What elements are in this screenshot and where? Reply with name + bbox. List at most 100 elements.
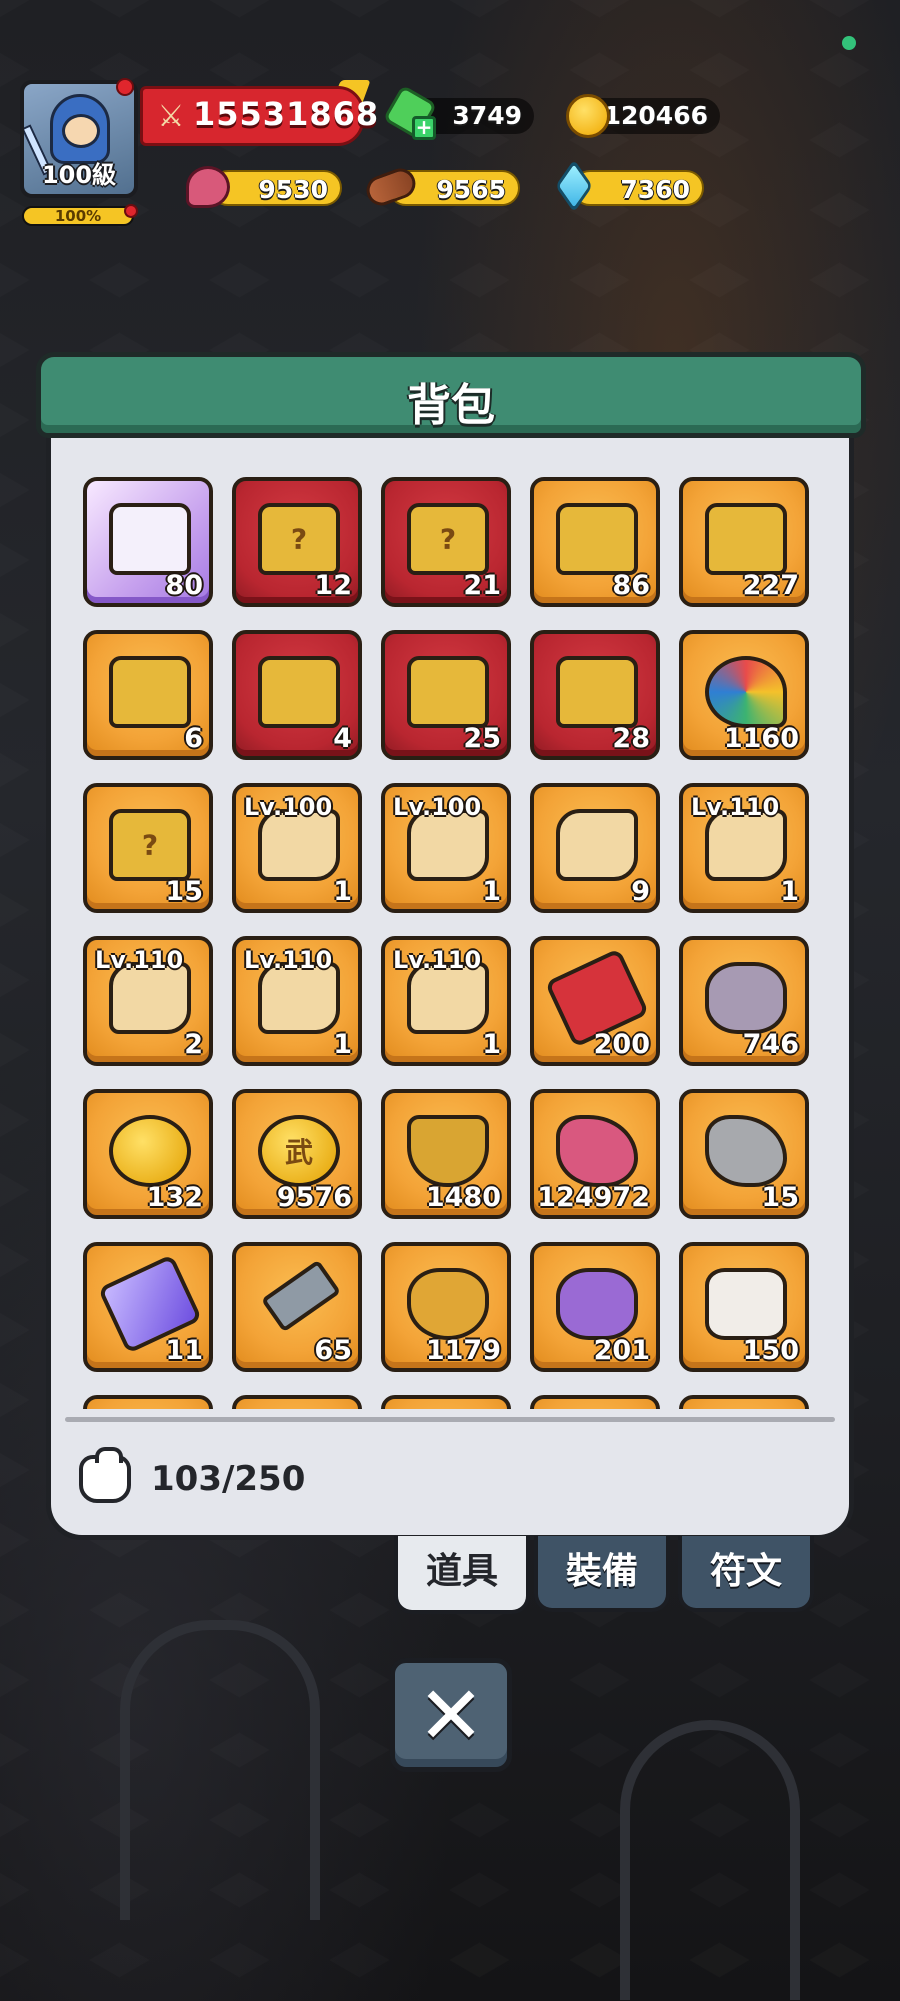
gold-coin-icon — [566, 94, 610, 138]
tab-items[interactable]: 道具 — [394, 1536, 530, 1614]
inventory-slot[interactable]: 4 — [232, 630, 362, 760]
wood-value: 9565 — [436, 175, 506, 204]
meat-value: 9530 — [258, 175, 328, 204]
item-level-label: Lv.110 — [691, 793, 780, 821]
inventory-slot[interactable]: 124972 — [530, 1089, 660, 1219]
item-quantity: 6 — [184, 723, 203, 754]
panel-divider — [65, 1417, 835, 1422]
inventory-slot[interactable] — [530, 1395, 660, 1409]
inventory-slot[interactable]: 1480 — [381, 1089, 511, 1219]
inventory-slot[interactable] — [232, 1395, 362, 1409]
xp-bar: 100% — [22, 206, 134, 226]
item-quantity: 2 — [184, 1029, 203, 1060]
inventory-slot[interactable]: 227 — [679, 477, 809, 607]
inventory-slot[interactable]: Lv.110 1 — [232, 936, 362, 1066]
background-arch — [620, 1720, 800, 2000]
inventory-slot[interactable]: ? 12 — [232, 477, 362, 607]
inventory-slot[interactable]: 86 — [530, 477, 660, 607]
tab-runes[interactable]: 符文 — [678, 1536, 814, 1612]
item-quantity: 1 — [333, 1029, 352, 1060]
background-arch — [120, 1620, 320, 1920]
bag-icon — [79, 1447, 131, 1503]
inventory-slot[interactable]: 201 — [530, 1242, 660, 1372]
add-gem-icon[interactable]: + — [412, 116, 436, 140]
status-dot — [842, 36, 856, 50]
panel-title: 背包 — [407, 380, 495, 431]
inventory-slot[interactable]: 11 — [83, 1242, 213, 1372]
item-quantity: 9576 — [276, 1182, 352, 1213]
player-avatar[interactable]: 100級 — [20, 80, 138, 198]
close-button[interactable]: ✕ — [390, 1658, 512, 1772]
combat-power-banner: ⚔ 15531868 — [140, 86, 378, 146]
pinwheel-icon — [705, 656, 787, 728]
inventory-slot[interactable]: 28 — [530, 630, 660, 760]
item-quantity: 1 — [482, 1029, 501, 1060]
notification-dot — [124, 204, 138, 218]
inventory-slot[interactable]: 武 9576 — [232, 1089, 362, 1219]
inventory-slot[interactable]: 1179 — [381, 1242, 511, 1372]
combat-power-value: 15531868 — [193, 95, 380, 133]
tab-equipment[interactable]: 裝備 — [534, 1536, 670, 1612]
notification-dot — [116, 78, 134, 96]
inventory-slot[interactable]: Lv.110 2 — [83, 936, 213, 1066]
red-mystery-chest-icon: ? — [109, 809, 191, 881]
inventory-slot[interactable]: ? 21 — [381, 477, 511, 607]
item-quantity: 1 — [780, 876, 799, 907]
item-quantity: 1480 — [425, 1182, 501, 1213]
inventory-slot[interactable]: 80 — [83, 477, 213, 607]
inventory-slot[interactable]: 15 — [679, 1089, 809, 1219]
item-quantity: 1 — [333, 876, 352, 907]
purple-rune-chest-icon — [109, 503, 191, 575]
swirl-rune-stone-icon — [705, 1268, 787, 1340]
shirt-coin-icon — [109, 1115, 191, 1187]
item-quantity: 15 — [165, 876, 203, 907]
meat-icon — [186, 166, 230, 208]
inventory-slot[interactable]: Lv.100 1 — [232, 783, 362, 913]
inventory-slot[interactable]: 746 — [679, 936, 809, 1066]
stone-slab-icon — [705, 962, 787, 1034]
inventory-slot[interactable]: 1160 — [679, 630, 809, 760]
inventory-slot[interactable]: 200 — [530, 936, 660, 1066]
winged-blue-chest-icon — [258, 656, 340, 728]
pink-ore-icon — [556, 1115, 638, 1187]
inventory-slot[interactable]: Lv.110 1 — [679, 783, 809, 913]
item-quantity: 86 — [612, 570, 650, 601]
item-quantity: 9 — [631, 876, 650, 907]
item-quantity: 4 — [333, 723, 352, 754]
inventory-slot[interactable]: 132 — [83, 1089, 213, 1219]
rolled-scroll-icon — [556, 809, 638, 881]
inventory-slot[interactable]: Lv.100 1 — [381, 783, 511, 913]
item-quantity: 150 — [742, 1335, 799, 1366]
inventory-slot[interactable]: 150 — [679, 1242, 809, 1372]
face-icon — [62, 114, 100, 148]
item-quantity: 124972 — [537, 1182, 650, 1213]
inventory-slot[interactable]: 6 — [83, 630, 213, 760]
crossed-swords-icon: ⚔ — [157, 99, 185, 134]
inventory-panel: 80? 12? 21 86 227 6 4 25 28 1160? 15 Lv.100 1 Lv.100 1… — [46, 430, 854, 1540]
crystal-counter[interactable]: 7360 — [572, 170, 704, 206]
gray-ore-icon — [705, 1115, 787, 1187]
item-quantity: 15 — [761, 1182, 799, 1213]
inventory-slot[interactable] — [679, 1395, 809, 1409]
mystery-chest-icon: ? — [258, 503, 340, 575]
item-quantity: 201 — [593, 1335, 650, 1366]
inventory-slot[interactable]: 65 — [232, 1242, 362, 1372]
item-quantity: 132 — [146, 1182, 203, 1213]
martial-coin-icon: 武 — [258, 1115, 340, 1187]
inventory-slot[interactable]: Lv.110 1 — [381, 936, 511, 1066]
winged-purple-chest-icon — [556, 656, 638, 728]
item-quantity: 12 — [314, 570, 352, 601]
item-level-label: Lv.110 — [244, 946, 333, 974]
inventory-slot[interactable] — [83, 1395, 213, 1409]
item-level-label: Lv.110 — [95, 946, 184, 974]
red-diamond-chest-icon — [705, 503, 787, 575]
purple-mystery-chest-icon: ? — [407, 503, 489, 575]
inventory-slot[interactable] — [381, 1395, 511, 1409]
inventory-capacity: 103/250 — [151, 1459, 306, 1499]
inventory-slot[interactable]: 25 — [381, 630, 511, 760]
inventory-slot[interactable]: ? 15 — [83, 783, 213, 913]
item-quantity: 1160 — [723, 723, 799, 754]
inventory-slot[interactable]: 9 — [530, 783, 660, 913]
spiral-rune-stone-icon — [556, 1268, 638, 1340]
panel-header: 背包 — [36, 352, 866, 438]
